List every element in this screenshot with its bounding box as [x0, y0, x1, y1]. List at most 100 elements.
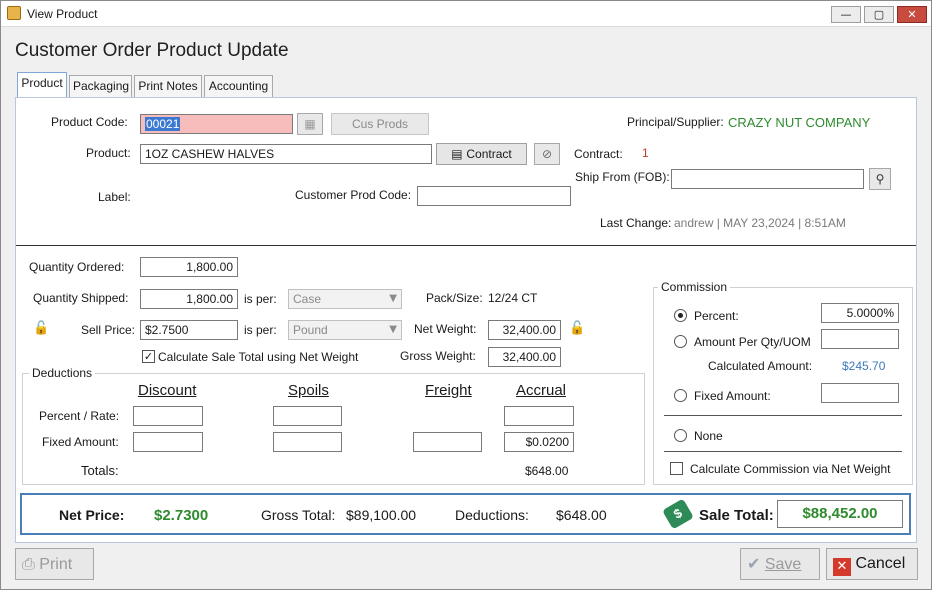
page-title: Customer Order Product Update	[15, 40, 289, 61]
discount-header: Discount	[138, 382, 197, 399]
tab-product[interactable]: Product	[17, 72, 67, 98]
commission-group: Commission Percent: 5.0000% Amount Per Q…	[653, 280, 913, 485]
commission-none-label: None	[694, 429, 723, 443]
search-icon[interactable]: ⚲	[869, 168, 891, 190]
discount-percent-input[interactable]	[133, 406, 203, 426]
deductions-legend: Deductions	[29, 366, 96, 380]
commission-amount-per-radio[interactable]	[674, 335, 687, 348]
sale-total-value: $88,452.00	[777, 500, 903, 528]
product-label: Product:	[86, 146, 131, 160]
commission-via-net-checkbox[interactable]	[670, 462, 683, 475]
cancel-button-label: Cancel	[855, 555, 906, 572]
net-weight-label: Net Weight:	[414, 322, 477, 336]
view-product-window: View Product — ▢ ✕ Customer Order Produc…	[0, 0, 932, 590]
spoils-header: Spoils	[288, 382, 329, 399]
accrual-fixed-input[interactable]: $0.0200	[504, 432, 574, 452]
product-name-input[interactable]: 1OZ CASHEW HALVES	[140, 144, 432, 164]
net-weight-input[interactable]: 32,400.00	[488, 320, 561, 340]
tab-accounting[interactable]: Accounting	[204, 75, 273, 97]
lock-icon[interactable]: 🔓	[569, 322, 585, 336]
label-label: Label:	[98, 190, 131, 204]
print-button[interactable]: ⎙ Print	[15, 548, 94, 580]
window-title: View Product	[27, 7, 98, 21]
last-change-label: Last Change:	[600, 216, 672, 230]
commission-none-radio[interactable]	[674, 429, 687, 442]
minimize-button[interactable]: —	[831, 6, 861, 23]
close-button[interactable]: ✕	[897, 6, 927, 23]
product-tab-panel: Product Code: 00021 ▦ Cus Prods Product:…	[15, 97, 917, 543]
pack-size-label: Pack/Size:	[426, 291, 483, 305]
quantity-shipped-label: Quantity Shipped:	[33, 291, 129, 305]
contract-button[interactable]: ▤ Contract	[436, 143, 527, 165]
freight-fixed-input[interactable]	[413, 432, 482, 452]
shipped-uom-select[interactable]: Case ▼	[288, 289, 402, 309]
tab-packaging[interactable]: Packaging	[69, 75, 132, 97]
summary-bar: Net Price: $2.7300 Gross Total: $89,100.…	[20, 493, 911, 535]
accrual-percent-input[interactable]	[504, 406, 574, 426]
tab-print-notes[interactable]: Print Notes	[134, 75, 202, 97]
chevron-down-icon: ▼	[389, 293, 397, 304]
commission-via-net-label: Calculate Commission via Net Weight	[690, 462, 891, 476]
totals-label: Totals:	[81, 463, 119, 478]
commission-fixed-input[interactable]	[821, 383, 899, 403]
spoils-fixed-input[interactable]	[273, 432, 342, 452]
pack-size-value: 12/24 CT	[488, 291, 538, 305]
product-code-input[interactable]: 00021	[140, 114, 293, 134]
save-button[interactable]: ✔ Save	[740, 548, 820, 580]
quantity-ordered-label: Quantity Ordered:	[29, 260, 125, 274]
last-change-value: andrew | MAY 23,2024 | 8:51AM	[674, 216, 846, 230]
commission-amount-per-label: Amount Per Qty/UOM	[694, 335, 811, 349]
maximize-button[interactable]: ▢	[864, 6, 894, 23]
commission-fixed-radio[interactable]	[674, 389, 687, 402]
app-icon	[7, 6, 21, 20]
deductions-label: Deductions:	[455, 507, 529, 523]
lookup-icon[interactable]: ▦	[297, 113, 323, 135]
commission-percent-input[interactable]: 5.0000%	[821, 303, 899, 323]
customer-prod-code-label: Customer Prod Code:	[295, 188, 412, 202]
save-button-label: Save	[764, 556, 802, 573]
gross-total-value: $89,100.00	[346, 507, 417, 523]
price-tag-icon: $	[662, 498, 694, 530]
chevron-down-icon: ▼	[389, 324, 397, 335]
cus-prods-button[interactable]: Cus Prods	[331, 113, 429, 135]
clear-icon[interactable]: ⊘	[534, 143, 560, 165]
shipped-is-per-label: is per:	[244, 292, 277, 306]
document-icon: ▤	[451, 147, 467, 161]
contract-label: Contract:	[574, 147, 623, 161]
commission-legend: Commission	[658, 280, 731, 294]
net-price-value: $2.7300	[154, 507, 209, 524]
product-code-value: 00021	[145, 117, 181, 131]
percent-rate-label: Percent / Rate:	[39, 409, 120, 423]
discount-fixed-input[interactable]	[133, 432, 203, 452]
printer-icon: ⎙	[22, 554, 35, 573]
gross-total-label: Gross Total:	[261, 507, 336, 523]
net-price-label: Net Price:	[59, 507, 125, 523]
customer-prod-code-input[interactable]	[417, 186, 571, 206]
commission-divider	[664, 451, 902, 452]
sale-total-label: Sale Total:	[699, 507, 774, 524]
principal-supplier-value: CRAZY NUT COMPANY	[728, 115, 871, 130]
cancel-button[interactable]: ✕ Cancel	[826, 548, 918, 580]
commission-percent-radio[interactable]	[674, 309, 687, 322]
contract-value: 1	[642, 146, 649, 160]
calc-net-weight-checkbox[interactable]: ✓	[142, 350, 155, 363]
title-bar: View Product — ▢ ✕	[1, 1, 931, 27]
checkmark-icon: ✔	[747, 554, 761, 573]
cancel-icon: ✕	[833, 558, 851, 576]
spoils-percent-input[interactable]	[273, 406, 342, 426]
accrual-header: Accrual	[516, 382, 567, 399]
quantity-shipped-input[interactable]: 1,800.00	[140, 289, 238, 309]
product-code-label: Product Code:	[51, 115, 128, 129]
deductions-group: Deductions Discount Spoils Freight Accru…	[22, 366, 645, 485]
calculated-amount-value: $245.70	[842, 359, 886, 373]
sell-price-input[interactable]: $2.7500	[140, 320, 238, 340]
principal-supplier-label: Principal/Supplier:	[627, 115, 724, 129]
gross-weight-input[interactable]: 32,400.00	[488, 347, 561, 367]
quantity-ordered-input[interactable]: 1,800.00	[140, 257, 238, 277]
sell-uom-select[interactable]: Pound ▼	[288, 320, 402, 340]
lock-icon[interactable]: 🔓	[33, 322, 49, 336]
commission-amount-per-input[interactable]	[821, 329, 899, 349]
ship-from-input[interactable]	[671, 169, 864, 189]
sell-price-label: Sell Price:	[81, 323, 136, 337]
sell-is-per-label: is per:	[244, 323, 277, 337]
